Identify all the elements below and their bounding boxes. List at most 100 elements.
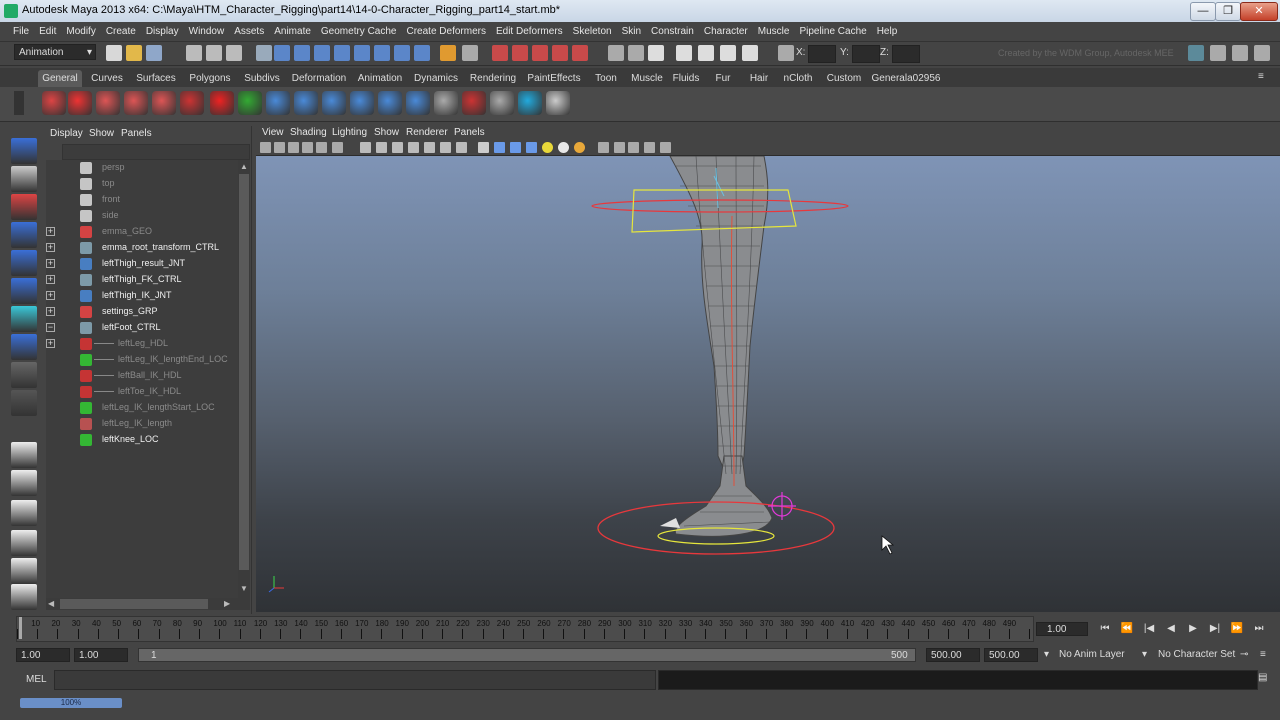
key-icon[interactable]: ⊸ (1240, 649, 1248, 660)
snap-view-plane-icon[interactable] (552, 45, 568, 61)
xray-components-icon[interactable] (628, 142, 639, 153)
step-back-frame-button[interactable]: |◀ (1142, 623, 1156, 635)
lasso-tool-icon[interactable] (180, 91, 204, 115)
default-material-icon[interactable] (510, 142, 521, 153)
make-live-icon[interactable] (572, 45, 588, 61)
character-set-selector[interactable]: No Character Set (1158, 649, 1235, 660)
x-field[interactable] (808, 45, 836, 63)
menu-geometry-cache[interactable]: Geometry Cache (316, 22, 402, 42)
outliner-row[interactable]: + leftThigh_IK_JNT (46, 288, 238, 304)
rotate-tool-icon[interactable] (124, 91, 148, 115)
snap-grid-icon[interactable] (492, 45, 508, 61)
outliner-row[interactable]: leftBall_IK_HDL (46, 368, 238, 384)
outliner-horizontal-scrollbar[interactable]: ◀ ▶ (46, 598, 250, 610)
expand-icon[interactable]: + (46, 291, 55, 300)
move-tool-icon[interactable] (11, 222, 37, 248)
toe-handle[interactable] (660, 518, 680, 528)
safe-action-icon[interactable] (440, 142, 451, 153)
use-all-lights-icon[interactable] (542, 142, 553, 153)
shelf-tab-curves[interactable]: Curves (86, 70, 128, 87)
pole-vector-icon[interactable] (462, 91, 486, 115)
select-handles-icon[interactable] (274, 45, 290, 61)
single-perspective-layout-icon[interactable] (11, 442, 37, 468)
scroll-left-icon[interactable]: ◀ (48, 599, 58, 609)
2d-pan-zoom-icon[interactable] (316, 142, 327, 153)
menu-modify[interactable]: Modify (61, 22, 100, 42)
persp-outliner-layout-icon[interactable] (11, 500, 37, 526)
outliner-scroll-thumb[interactable] (239, 174, 249, 570)
chevron-down-icon[interactable]: ▾ (1142, 649, 1147, 660)
new-scene-icon[interactable] (106, 45, 122, 61)
select-deformations-icon[interactable] (354, 45, 370, 61)
outliner-row[interactable]: leftToe_IK_HDL (46, 384, 238, 400)
save-scene-icon[interactable] (146, 45, 162, 61)
outliner-row[interactable]: + leftLeg_HDL (46, 336, 238, 352)
menu-display[interactable]: Display (141, 22, 184, 42)
select-tool-icon[interactable] (42, 91, 66, 115)
shelf-options-icon[interactable]: ≡ (1258, 71, 1268, 83)
shelf-tab-general[interactable]: General (38, 70, 82, 87)
paint-select-icon[interactable] (210, 91, 234, 115)
select-dynamics-icon[interactable] (374, 45, 390, 61)
outliner-row[interactable]: leftLeg_IK_length (46, 416, 238, 432)
range-slider-bar[interactable]: 1 500 (138, 648, 916, 662)
shelf-tab-ncloth[interactable]: nCloth (778, 70, 818, 87)
scale-tool-icon[interactable] (11, 278, 37, 304)
hypershade-icon[interactable] (742, 45, 758, 61)
scroll-up-icon[interactable]: ▲ (239, 162, 249, 172)
open-scene-icon[interactable] (126, 45, 142, 61)
wireframe-icon[interactable] (478, 142, 489, 153)
shelf-tab-muscle[interactable]: Muscle (628, 70, 666, 87)
outliner-row[interactable]: top (46, 176, 238, 192)
grid-icon[interactable] (360, 142, 371, 153)
gate-mask-icon[interactable] (408, 142, 419, 153)
select-tool-icon[interactable] (11, 138, 37, 164)
menu-create[interactable]: Create (101, 22, 141, 42)
image-plane-icon[interactable] (302, 142, 313, 153)
shelf-tab-fur[interactable]: Fur (708, 70, 738, 87)
menu-skin[interactable]: Skin (617, 22, 646, 42)
snap-curve-icon[interactable] (512, 45, 528, 61)
outliner-row[interactable]: + leftThigh_FK_CTRL (46, 272, 238, 288)
menu-constrain[interactable]: Constrain (646, 22, 699, 42)
step-forward-frame-button[interactable]: ▶| (1208, 623, 1222, 635)
menu-help[interactable]: Help (872, 22, 903, 42)
expression-editor-icon[interactable] (518, 91, 542, 115)
playback-start-field[interactable]: 1.00 (74, 648, 128, 662)
expand-icon[interactable]: + (46, 243, 55, 252)
step-back-key-button[interactable]: ⏪ (1120, 623, 1134, 635)
shelf-menu-icon[interactable] (14, 91, 24, 115)
shelf-tab-generala02956[interactable]: Generala02956 (870, 70, 942, 87)
persp-graph-layout-icon[interactable] (11, 530, 37, 556)
play-backwards-button[interactable]: ◀ (1164, 623, 1178, 635)
point-constraint-icon[interactable] (378, 91, 402, 115)
outliner-row[interactable]: − leftFoot_CTRL (46, 320, 238, 336)
play-forwards-button[interactable]: ▶ (1186, 623, 1200, 635)
camera-attributes-icon[interactable] (274, 142, 285, 153)
collapse-icon[interactable]: − (46, 323, 55, 332)
outliner-row[interactable]: + emma_root_transform_CTRL (46, 240, 238, 256)
menu-edit-deformers[interactable]: Edit Deformers (491, 22, 568, 42)
end-time-field[interactable]: 500.00 (984, 648, 1038, 662)
menu-animate[interactable]: Animate (269, 22, 316, 42)
outliner-row[interactable]: front (46, 192, 238, 208)
select-rendering-icon[interactable] (394, 45, 410, 61)
select-hierarchy-icon[interactable] (186, 45, 202, 61)
select-joints-icon[interactable] (294, 45, 310, 61)
lattice-icon[interactable] (11, 584, 37, 610)
scroll-down-icon[interactable]: ▼ (239, 584, 249, 594)
shelf-tab-rendering[interactable]: Rendering (466, 70, 520, 87)
shelf-tab-animation[interactable]: Animation (353, 70, 407, 87)
scale-tool-icon[interactable] (152, 91, 176, 115)
soft-mod-icon[interactable] (238, 91, 262, 115)
highlight-selection-icon[interactable] (462, 45, 478, 61)
go-to-end-button[interactable]: ⏭ (1252, 623, 1266, 635)
high-quality-icon[interactable] (660, 142, 671, 153)
knee-pole-locator[interactable] (768, 492, 796, 520)
menu-muscle[interactable]: Muscle (753, 22, 795, 42)
shelf-tab-toon[interactable]: Toon (589, 70, 623, 87)
shelf-tab-dynamics[interactable]: Dynamics (410, 70, 462, 87)
shelf-tab-painteffects[interactable]: PaintEffects (524, 70, 584, 87)
bookmarks-icon[interactable] (288, 142, 299, 153)
safe-title-icon[interactable] (456, 142, 467, 153)
